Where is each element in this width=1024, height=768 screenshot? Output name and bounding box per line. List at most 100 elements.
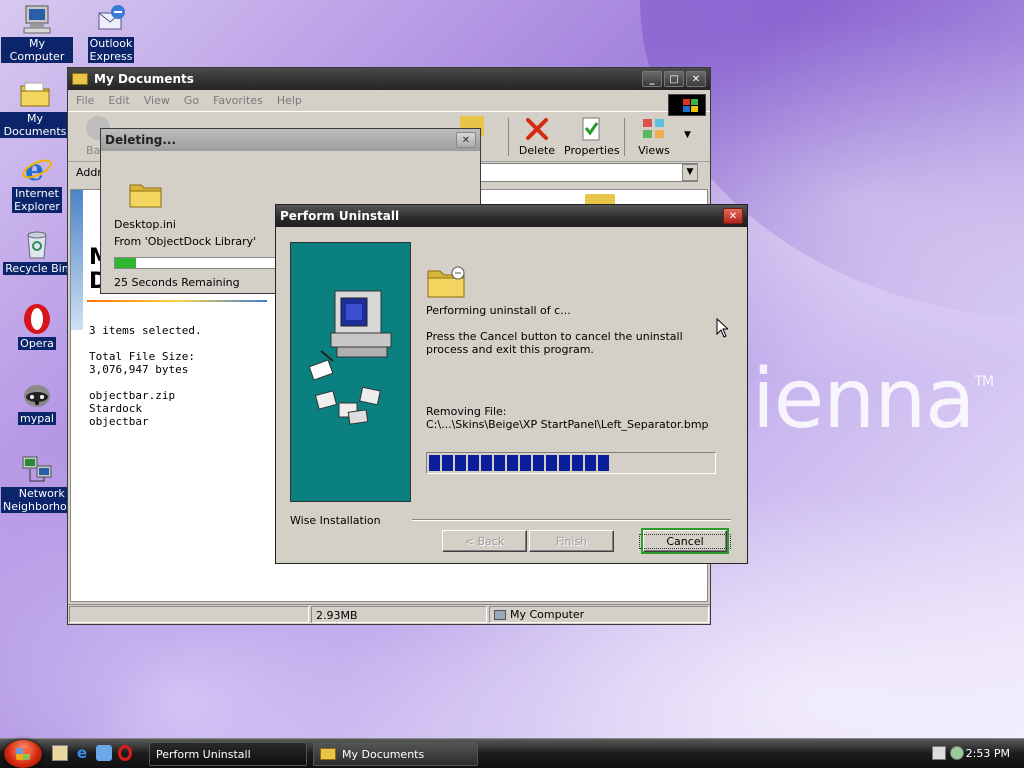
outlook-express-icon	[95, 3, 127, 35]
progress-block	[455, 455, 466, 471]
deleting-title: Deleting...	[105, 133, 177, 147]
my-documents-icon	[19, 78, 51, 110]
progress-block	[520, 455, 531, 471]
menu-edit[interactable]: Edit	[108, 94, 129, 107]
progress-block	[546, 455, 557, 471]
opera-icon	[21, 303, 53, 335]
show-desktop-icon[interactable]	[52, 745, 68, 761]
progress-block	[572, 455, 583, 471]
menu-bar: File Edit View Go Favorites Help	[68, 90, 710, 112]
svg-text:e: e	[25, 153, 44, 185]
folder-icon	[320, 748, 336, 760]
outlook-express-icon[interactable]	[96, 745, 112, 761]
wallpaper-logo: iennaTM	[752, 352, 994, 447]
windows-flag-icon	[16, 748, 30, 760]
uninstall-titlebar[interactable]: Perform Uninstall ✕	[276, 205, 747, 227]
progress-block	[598, 455, 609, 471]
deleting-progress-fill	[115, 258, 136, 268]
uninstall-instructions: Press the Cancel button to cancel the un…	[426, 330, 683, 356]
tray-network-icon[interactable]	[950, 746, 964, 760]
wizard-divider	[412, 519, 731, 521]
desktop-icon-network-neighborhood[interactable]: Network Neighborhood	[1, 453, 83, 513]
my-documents-titlebar[interactable]: My Documents _ □ ✕	[68, 68, 710, 90]
progress-block	[533, 455, 544, 471]
folder-icon	[129, 181, 163, 212]
selection-details: 3 items selected. Total File Size: 3,076…	[89, 324, 202, 428]
uninstall-folder-icon	[426, 265, 468, 302]
views-button[interactable]: Views	[634, 116, 674, 157]
system-tray	[932, 746, 964, 760]
opera-icon[interactable]	[118, 745, 132, 761]
properties-button[interactable]: Properties	[564, 116, 620, 157]
taskbar: e Perform Uninstall My Documents 2:53 PM	[0, 738, 1024, 768]
quick-launch: e	[52, 745, 132, 761]
desktop-icon-mypal[interactable]: mypal	[1, 378, 73, 425]
internet-explorer-icon[interactable]: e	[74, 745, 90, 761]
window-title: My Documents	[94, 72, 194, 86]
removing-file-label: Removing File:	[426, 405, 507, 418]
progress-block	[585, 455, 596, 471]
web-view-banner	[71, 190, 83, 330]
views-dropdown-arrow-icon[interactable]: ▼	[684, 130, 691, 140]
computer-small-icon	[494, 609, 506, 620]
delete-x-icon	[524, 116, 550, 142]
start-button[interactable]	[4, 740, 42, 768]
network-neighborhood-icon	[21, 453, 53, 485]
desktop-icon-my-documents[interactable]: My Documents	[0, 78, 71, 138]
menu-file[interactable]: File	[76, 94, 94, 107]
properties-icon	[578, 116, 604, 142]
desktop-icon-outlook-express[interactable]: Outlook Express	[75, 3, 147, 63]
deleting-source: From 'ObjectDock Library'	[114, 235, 257, 248]
removing-file-path: C:\...\Skins\Beige\XP StartPanel\Left_Se…	[426, 418, 709, 431]
desktop-icon-my-computer[interactable]: My Computer	[1, 3, 73, 63]
uninstall-heading: Performing uninstall of c...	[426, 304, 571, 317]
progress-block	[559, 455, 570, 471]
menu-help[interactable]: Help	[277, 94, 302, 107]
desktop-icon-opera[interactable]: Opera	[1, 303, 73, 350]
progress-block	[468, 455, 479, 471]
taskbar-clock[interactable]: 2:53 PM	[966, 747, 1010, 760]
uninstall-close-button[interactable]: ✕	[723, 208, 743, 224]
views-icon	[641, 116, 667, 142]
progress-block	[494, 455, 505, 471]
recycle-bin-icon	[21, 228, 53, 260]
delete-button[interactable]: Delete	[516, 116, 558, 157]
menu-favorites[interactable]: Favorites	[213, 94, 263, 107]
menu-view[interactable]: View	[144, 94, 170, 107]
status-size: 2.93MB	[311, 606, 487, 623]
folder-icon	[72, 73, 88, 85]
progress-block	[507, 455, 518, 471]
deleting-titlebar[interactable]: Deleting... ✕	[101, 129, 480, 151]
mouse-cursor-icon	[716, 318, 728, 338]
taskbar-button-my-documents[interactable]: My Documents	[313, 742, 478, 766]
maximize-button[interactable]: □	[664, 71, 684, 87]
perform-uninstall-dialog[interactable]: Perform Uninstall ✕ Wise Installation Pe…	[275, 204, 748, 564]
back-button[interactable]: < Back	[442, 530, 527, 552]
uninstall-title: Perform Uninstall	[280, 209, 400, 223]
mypal-icon	[21, 378, 53, 410]
minimize-button[interactable]: _	[642, 71, 662, 87]
heading-divider	[87, 300, 267, 302]
close-button[interactable]: ✕	[686, 71, 706, 87]
status-zone: My Computer	[510, 608, 585, 621]
progress-block	[429, 455, 440, 471]
wizard-side-panel	[290, 242, 411, 502]
cancel-button[interactable]: Cancel	[639, 528, 731, 554]
menu-go[interactable]: Go	[184, 94, 199, 107]
computer-uninstall-illustration	[308, 290, 392, 425]
deleting-file-name: Desktop.ini	[114, 218, 176, 231]
finish-button[interactable]: Finish	[529, 530, 614, 552]
progress-block	[442, 455, 453, 471]
my-computer-icon	[21, 3, 53, 35]
wise-brand-label: Wise Installation	[290, 514, 381, 527]
progress-block	[481, 455, 492, 471]
desktop-icon-recycle-bin[interactable]: Recycle Bin	[1, 228, 73, 275]
internet-explorer-icon: e	[21, 153, 53, 188]
deleting-close-button[interactable]: ✕	[456, 132, 476, 148]
taskbar-button-perform-uninstall[interactable]: Perform Uninstall	[149, 742, 307, 766]
deleting-time-remaining: 25 Seconds Remaining	[114, 276, 240, 289]
desktop-icon-internet-explorer[interactable]: e Internet Explorer	[1, 153, 73, 213]
address-dropdown-button[interactable]: ▼	[682, 164, 698, 181]
uninstall-progress-bar	[426, 452, 716, 474]
tray-sound-icon[interactable]	[932, 746, 946, 760]
